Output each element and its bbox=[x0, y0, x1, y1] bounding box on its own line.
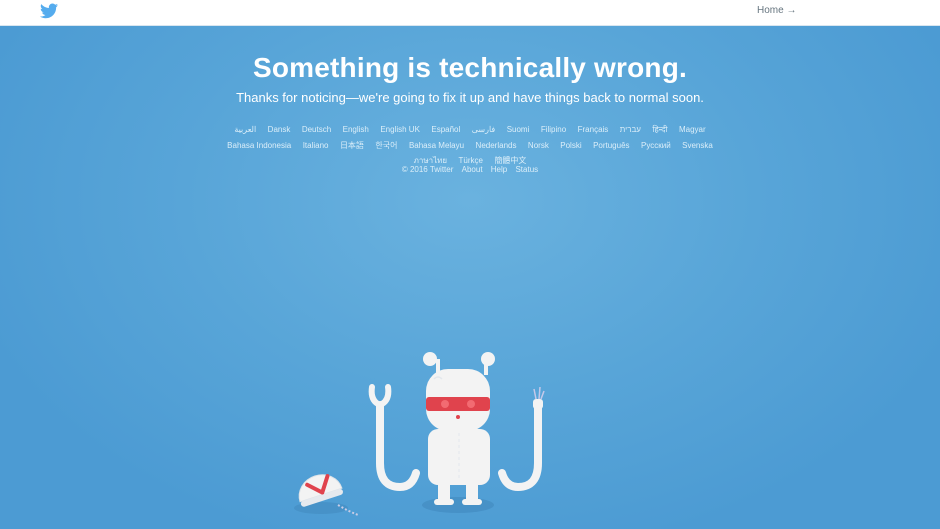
language-link[interactable]: 日本語 bbox=[340, 139, 364, 153]
error-subtitle: Thanks for noticing—we're going to fix i… bbox=[236, 90, 704, 105]
language-link[interactable]: Norsk bbox=[528, 139, 549, 153]
language-link[interactable]: Filipino bbox=[541, 123, 566, 137]
language-link[interactable]: English bbox=[343, 123, 369, 137]
right-hand bbox=[533, 399, 543, 409]
robot-shadow bbox=[422, 497, 494, 513]
language-link[interactable]: Português bbox=[593, 139, 629, 153]
about-link[interactable]: About bbox=[462, 165, 483, 174]
language-link[interactable]: Italiano bbox=[303, 139, 329, 153]
language-link[interactable]: Español bbox=[431, 123, 460, 137]
language-list: العربية Dansk Deutsch English English UK… bbox=[195, 121, 745, 168]
broken-head bbox=[298, 474, 343, 507]
left-leg bbox=[438, 483, 450, 501]
left-eye bbox=[441, 400, 449, 408]
right-hand-sparks bbox=[533, 386, 545, 400]
language-link[interactable]: Svenska bbox=[682, 139, 713, 153]
status-link[interactable]: Status bbox=[515, 165, 538, 174]
help-link[interactable]: Help bbox=[491, 165, 507, 174]
language-link[interactable]: Dansk bbox=[268, 123, 291, 137]
language-link[interactable]: Polski bbox=[560, 139, 581, 153]
footer: © 2016 Twitter About Help Status bbox=[0, 165, 940, 174]
right-arm bbox=[498, 403, 542, 492]
copyright: © 2016 Twitter bbox=[401, 165, 454, 174]
language-link[interactable]: فارسی bbox=[472, 123, 496, 137]
left-arm bbox=[376, 401, 420, 492]
language-link[interactable]: English UK bbox=[380, 123, 420, 137]
home-link[interactable]: Home → bbox=[757, 5, 796, 16]
eye-band bbox=[426, 397, 490, 411]
language-link[interactable]: Русский bbox=[641, 139, 671, 153]
right-eye bbox=[467, 400, 475, 408]
language-link[interactable]: العربية bbox=[234, 123, 256, 137]
language-link[interactable]: हिन्दी bbox=[652, 123, 667, 137]
language-link[interactable]: Suomi bbox=[507, 123, 530, 137]
top-bar: Home → bbox=[0, 0, 940, 26]
broken-robot-illustration bbox=[294, 352, 545, 516]
language-link[interactable]: Nederlands bbox=[476, 139, 517, 153]
error-title: Something is technically wrong. bbox=[252, 52, 688, 83]
language-link[interactable]: Bahasa Melayu bbox=[409, 139, 464, 153]
language-link[interactable]: Bahasa Indonesia bbox=[227, 139, 291, 153]
right-leg bbox=[466, 483, 478, 501]
language-link[interactable]: עברית bbox=[620, 123, 641, 137]
language-link[interactable]: Deutsch bbox=[302, 123, 331, 137]
twitter-bird-icon[interactable] bbox=[40, 3, 58, 19]
language-link[interactable]: Magyar bbox=[679, 123, 706, 137]
language-link[interactable]: 한국어 bbox=[375, 139, 397, 153]
left-claw bbox=[368, 384, 392, 409]
language-link[interactable]: Français bbox=[578, 123, 609, 137]
